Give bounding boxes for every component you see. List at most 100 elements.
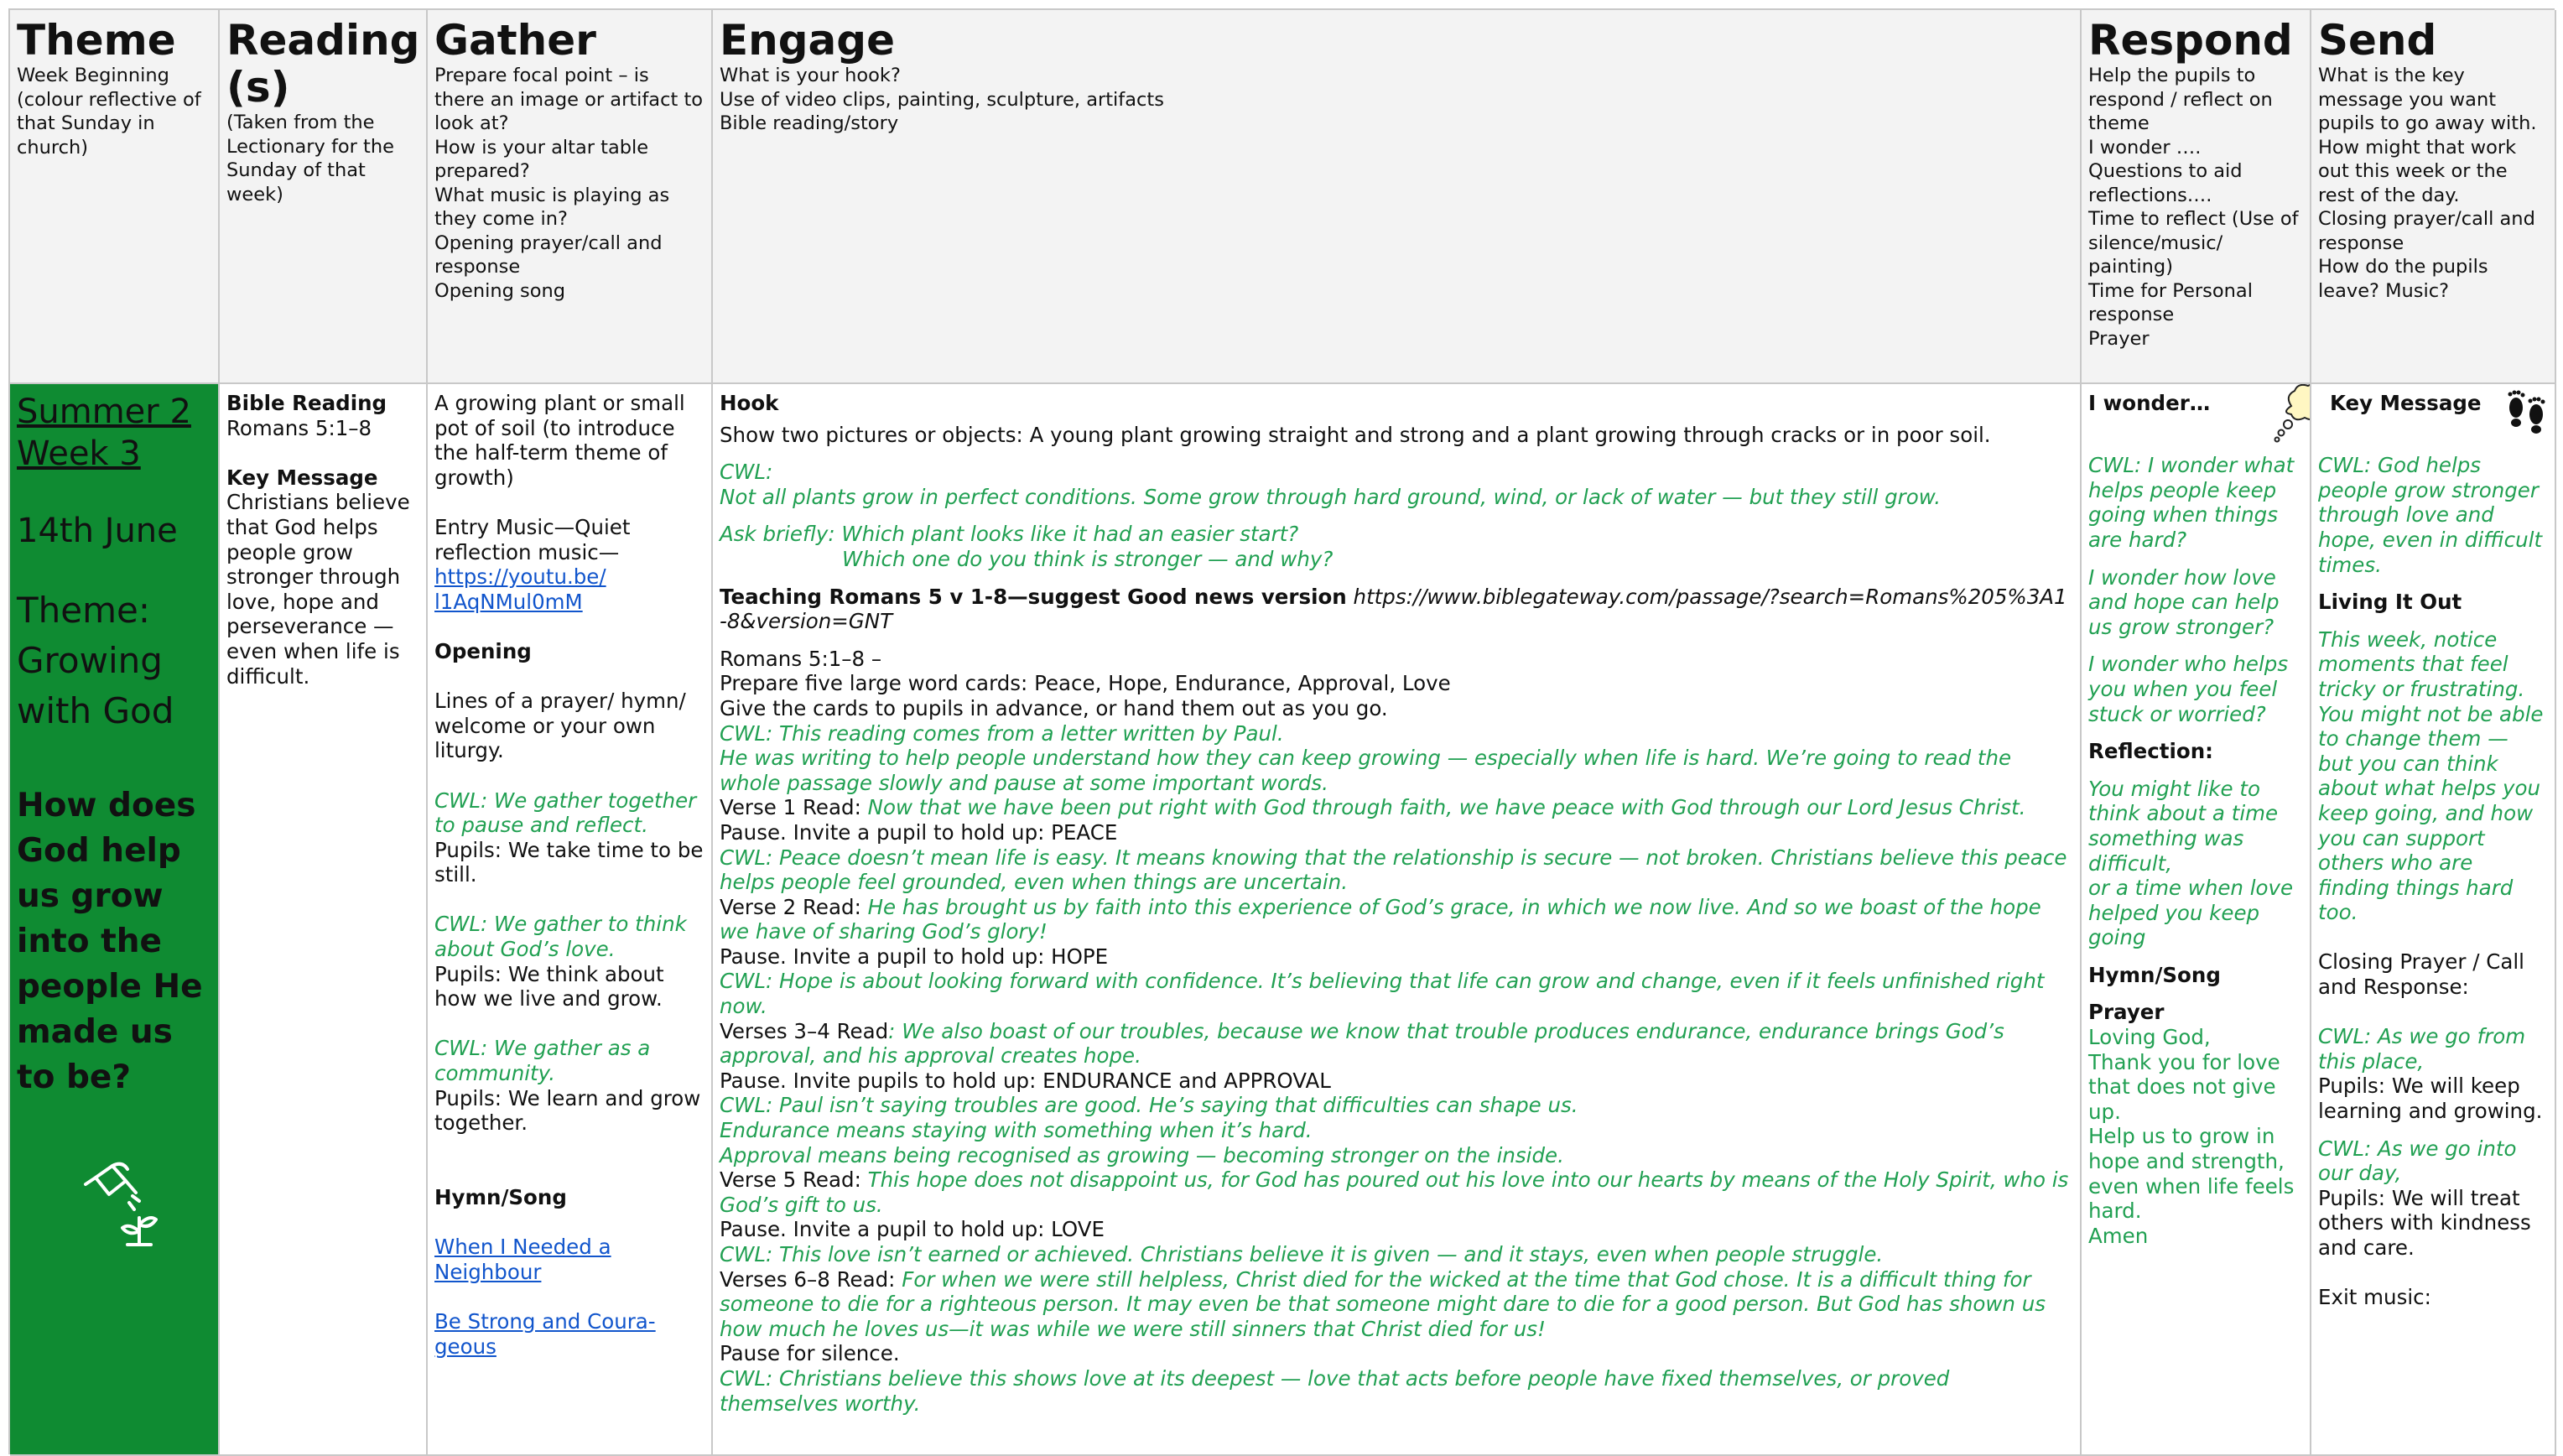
ask-briefly-2: Which one do you think is stronger — and… xyxy=(842,546,1333,571)
romans-ref: Romans 5:1–8 – xyxy=(720,646,882,671)
send-pupils-2: Pupils: We will treat others with kindne… xyxy=(2318,1185,2531,1260)
header-gather-desc: Prepare focal point – is there an image … xyxy=(434,65,704,302)
header-reading: Reading (s) (Taken from the Lectionary f… xyxy=(220,10,428,384)
send-key-text: CWL: God helps people grow stronger thro… xyxy=(2318,453,2543,577)
cwl-deepest: CWL: Christians believe this shows love … xyxy=(720,1365,1950,1416)
header-theme-desc: Week Beginning (colour reflective of tha… xyxy=(17,65,201,159)
verses-3-4: Verses 3–4 Read: We also boast of our tr… xyxy=(720,1019,2073,1069)
exit-music: Exit music: xyxy=(2318,1285,2431,1310)
verse-5: Verse 5 Read: This hope does not disappo… xyxy=(720,1167,2073,1217)
theme-date: 14th June xyxy=(17,512,178,550)
ask-briefly-1: Ask briefly: Which plant looks like it h… xyxy=(720,522,1299,547)
header-theme: Theme Week Beginning (colour reflective … xyxy=(10,10,220,384)
hymn-link-neighbour[interactable]: When I Needed a Neighbour xyxy=(434,1235,627,1284)
entry-music: Entry Music—Quiet reflection music— xyxy=(434,514,631,564)
send-cell: Key Message CWL: God helps people grow s… xyxy=(2311,384,2556,1456)
verse-2: Verse 2 Read: He has brought us by faith… xyxy=(720,895,2073,944)
header-engage-title: Engage xyxy=(720,16,895,65)
pause-peace: Pause. Invite a pupil to hold up: PEACE xyxy=(720,819,1118,845)
hymn-link-be-strong[interactable]: Be Strong and Coura-geous xyxy=(434,1309,669,1359)
verse-1-text: Now that we have been put right with God… xyxy=(867,795,2026,820)
watering-can-plant-icon xyxy=(79,1159,163,1251)
gather-cwl-2: CWL: We gather to think about God’s love… xyxy=(434,912,687,962)
collective-worship-planner-table: Theme Week Beginning (colour reflective … xyxy=(8,8,2556,1456)
gather-cwl-3: CWL: We gather as a community. xyxy=(434,1036,651,1086)
header-reading-title: Reading (s) xyxy=(226,16,420,112)
cwl-love: CWL: This love isn’t earned or achieved.… xyxy=(720,1242,1884,1266)
cwl-peace: CWL: Peace doesn’t mean life is easy. It… xyxy=(720,845,2067,895)
header-gather: Gather Prepare focal point – is there an… xyxy=(428,10,713,384)
hook-heading: Hook xyxy=(720,391,779,415)
prayer-text: Loving God, Thank you for love that does… xyxy=(2088,1025,2295,1248)
gather-hymn-heading: Hymn/Song xyxy=(434,1185,567,1209)
engage-cell: Hook Show two pictures or objects: A you… xyxy=(713,384,2082,1456)
verse-2-label: Verse 2 Read: xyxy=(720,894,861,919)
verses-6-8-label: Verses 6–8 Read: xyxy=(720,1266,896,1292)
key-message-text: Christians believe that God helps people… xyxy=(226,490,410,689)
gather-intro: A growing plant or small pot of soil (to… xyxy=(434,391,685,490)
entry-music-link[interactable]: https://youtu.be/ l1AqNMul0mM xyxy=(434,564,704,614)
header-engage-desc: What is your hook? Use of video clips, p… xyxy=(720,65,1164,134)
opening-text: Lines of a prayer/ hymn/ welcome or your… xyxy=(434,689,686,763)
respond-hymn-heading: Hymn/Song xyxy=(2088,962,2221,987)
wonder-2: I wonder how love and hope can help us g… xyxy=(2088,564,2280,639)
verse-5-text: This hope does not disappoint us, for Go… xyxy=(720,1167,2069,1217)
verse-1: Verse 1 Read: Now that we have been put … xyxy=(720,795,2073,820)
header-theme-title: Theme xyxy=(17,16,176,65)
pause-endurance: Pause. Invite pupils to hold up: ENDURAN… xyxy=(720,1068,1331,1093)
prayer-heading: Prayer xyxy=(2088,1000,2165,1025)
header-respond: Respond Help the pupils to respond / ref… xyxy=(2082,10,2311,384)
cwl-writing: He was writing to help people understand… xyxy=(720,746,2012,795)
key-message-heading: Key Message xyxy=(226,465,378,490)
header-send-title: Send xyxy=(2318,16,2437,65)
send-cwl-1: CWL: As we go from this place, xyxy=(2318,1024,2526,1074)
pause-hope: Pause. Invite a pupil to hold up: HOPE xyxy=(720,944,1109,969)
verses-6-8: Verses 6–8 Read: For when we were still … xyxy=(720,1267,2073,1342)
wonder-3: I wonder who helps you when you feel stu… xyxy=(2088,652,2289,726)
gather-pupils-2: Pupils: We think about how we live and g… xyxy=(434,961,664,1011)
verses-3-4-label: Verses 3–4 Read xyxy=(720,1018,889,1043)
cwl-hope: CWL: Hope is about looking forward with … xyxy=(720,969,2045,1019)
theme-label: Theme: Growing with God xyxy=(17,590,174,731)
reading-cell: Bible Reading Romans 5:1–8 Key Message C… xyxy=(220,384,428,1456)
opening-heading: Opening xyxy=(434,638,532,663)
gather-cwl-1: CWL: We gather together to pause and ref… xyxy=(434,788,697,838)
pause-love: Pause. Invite a pupil to hold up: LOVE xyxy=(720,1217,1105,1242)
teaching-bold: Teaching Romans 5 v 1-8—suggest Good new… xyxy=(720,584,1347,609)
gather-pupils-3: Pupils: We learn and grow together. xyxy=(434,1085,701,1136)
reflection-heading: Reflection: xyxy=(2088,739,2213,764)
header-gather-title: Gather xyxy=(434,16,596,65)
wonder-heading: I wonder… xyxy=(2088,391,2211,415)
send-pupils-1: Pupils: We will keep learning and growin… xyxy=(2318,1074,2543,1124)
hook-text: Show two pictures or objects: A young pl… xyxy=(720,422,1991,447)
theme-week-line2[interactable]: Week 3 xyxy=(17,433,211,475)
cards-line-1: Prepare five large word cards: Peace, Ho… xyxy=(720,671,1451,696)
respond-cell: I wonder… CWL: I wonder what helps peopl… xyxy=(2082,384,2311,1456)
theme-cell: Summer 2 Week 3 14th June Theme: Growing… xyxy=(10,384,220,1456)
header-respond-desc: Help the pupils to respond / reflect on … xyxy=(2088,65,2299,350)
cards-line-2: Give the cards to pupils in advance, or … xyxy=(720,695,1388,720)
engage-cwl-plants: Not all plants grow in perfect condition… xyxy=(720,484,1941,509)
verse-5-label: Verse 5 Read: xyxy=(720,1167,861,1193)
thought-bubble-icon xyxy=(2273,384,2310,450)
header-send: Send What is the key message you want pu… xyxy=(2311,10,2556,384)
bible-reading-heading: Bible Reading xyxy=(226,391,387,415)
living-it-out-text: This week, notice moments that feel tric… xyxy=(2318,627,2544,925)
verse-1-label: Verse 1 Read: xyxy=(720,795,861,820)
cwl-letter: CWL: This reading comes from a letter wr… xyxy=(720,720,1284,746)
approval-means: Approval means being recognised as growi… xyxy=(720,1142,1564,1167)
verses-3-4-text: : We also boast of our troubles, because… xyxy=(720,1018,2004,1069)
reflection-text: You might like to think about a time som… xyxy=(2088,776,2294,950)
send-cwl-2: CWL: As we go into our day, xyxy=(2318,1136,2517,1186)
pause-silence: Pause for silence. xyxy=(720,1341,900,1366)
bible-reading-ref: Romans 5:1–8 xyxy=(226,415,372,440)
theme-question: How does God help us grow into the peopl… xyxy=(17,787,203,1096)
endurance-means: Endurance means staying with something w… xyxy=(720,1118,1313,1143)
living-it-out-heading: Living It Out xyxy=(2318,590,2462,615)
theme-week-line1[interactable]: Summer 2 xyxy=(17,391,211,433)
teaching-line: Teaching Romans 5 v 1-8—suggest Good new… xyxy=(720,585,2073,634)
footprints-icon xyxy=(2501,389,2553,442)
header-reading-desc: (Taken from the Lectionary for the Sunda… xyxy=(226,112,394,205)
verses-6-8-text: For when we were still helpless, Christ … xyxy=(720,1266,2046,1341)
closing-prayer: Closing Prayer / Call and Response: xyxy=(2318,949,2524,1000)
